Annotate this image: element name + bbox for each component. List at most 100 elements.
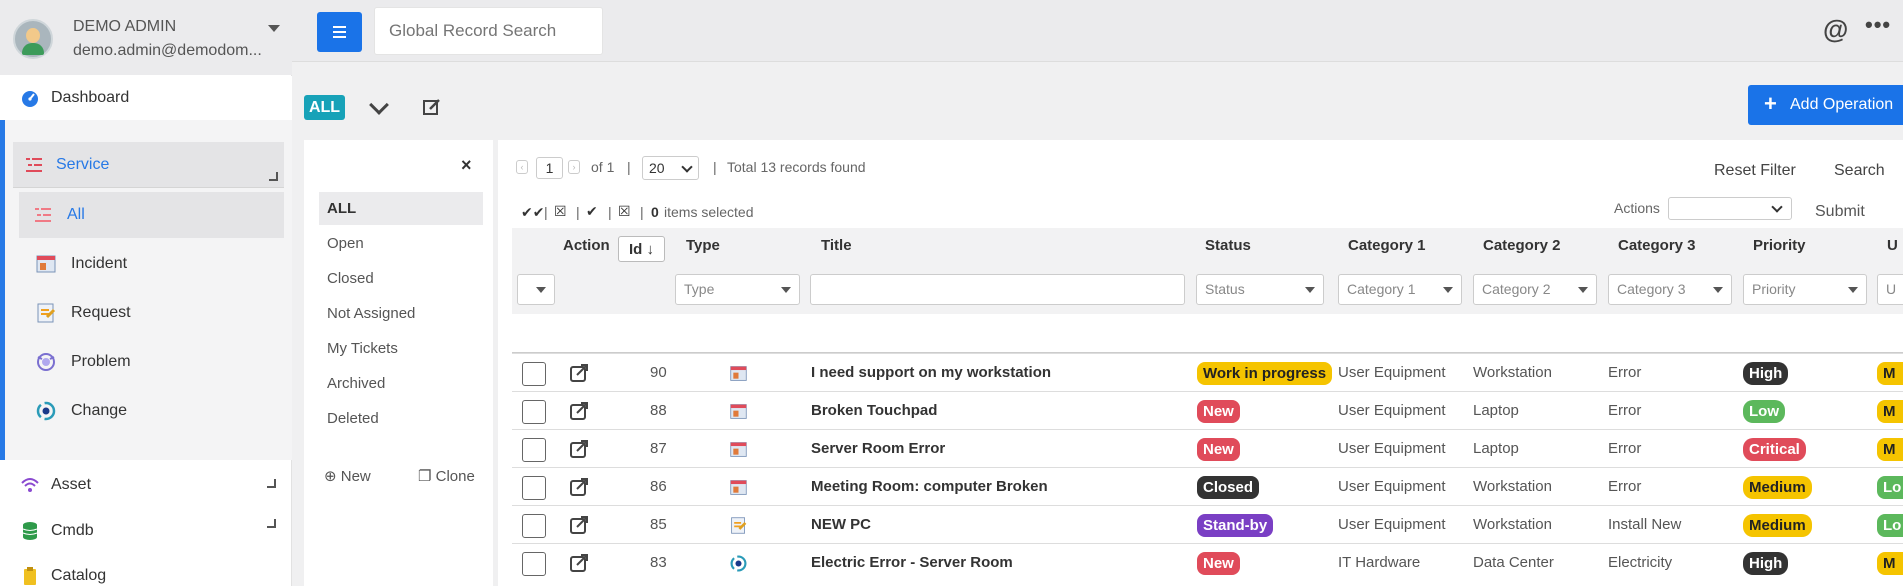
expand-icon[interactable] bbox=[267, 519, 276, 528]
category1-filter-select[interactable]: Category 1 bbox=[1338, 274, 1462, 305]
column-title[interactable]: Title bbox=[821, 237, 852, 254]
row-checkbox[interactable] bbox=[522, 438, 546, 462]
row-title[interactable]: NEW PC bbox=[811, 516, 871, 533]
sidebar: DEMO ADMIN demo.admin@demodom... Dashboa… bbox=[0, 0, 292, 586]
table-row[interactable]: 86 Meeting Room: computer Broken Closed … bbox=[512, 467, 1903, 505]
add-operation-button[interactable]: + Add Operation bbox=[1748, 85, 1903, 125]
incident-icon bbox=[36, 255, 56, 273]
external-link-icon[interactable] bbox=[569, 477, 589, 497]
page-size-select[interactable]: 20 bbox=[642, 156, 699, 180]
row-title[interactable]: Broken Touchpad bbox=[811, 402, 937, 419]
page-input[interactable]: 1 bbox=[536, 157, 563, 179]
total-records: Total 13 records found bbox=[727, 159, 866, 175]
table-row[interactable]: 85 NEW PC Stand-by User Equipment Workst… bbox=[512, 505, 1903, 543]
chevron-down-icon[interactable] bbox=[369, 95, 389, 115]
column-category-1[interactable]: Category 1 bbox=[1348, 237, 1426, 254]
incident-icon bbox=[730, 404, 747, 419]
priority-badge: Medium bbox=[1743, 476, 1812, 499]
new-filter-button[interactable]: ⊕ New bbox=[324, 467, 371, 485]
expand-icon[interactable] bbox=[267, 479, 276, 488]
nav-change[interactable]: Change bbox=[31, 391, 281, 431]
filter-deleted[interactable]: Deleted bbox=[319, 402, 483, 435]
view-all-badge[interactable]: ALL bbox=[304, 95, 345, 120]
row-id: 87 bbox=[650, 440, 667, 457]
column-type[interactable]: Type bbox=[686, 237, 720, 254]
external-link-icon[interactable] bbox=[569, 363, 589, 383]
row-checkbox[interactable] bbox=[522, 362, 546, 386]
nav-incident[interactable]: Incident bbox=[31, 244, 281, 284]
column-id-sort[interactable]: Id ↓ bbox=[618, 236, 665, 262]
table-row[interactable]: 88 Broken Touchpad New User Equipment La… bbox=[512, 391, 1903, 429]
more-icon[interactable]: ••• bbox=[1865, 12, 1891, 38]
next-page-icon[interactable]: › bbox=[568, 160, 580, 174]
column-category-2[interactable]: Category 2 bbox=[1483, 237, 1561, 254]
edit-icon[interactable] bbox=[422, 97, 442, 117]
priority-filter-select[interactable]: Priority bbox=[1743, 274, 1867, 305]
status-badge: Stand-by bbox=[1197, 514, 1274, 537]
check-all-icon[interactable]: ✔✔ bbox=[521, 204, 544, 221]
row-checkbox[interactable] bbox=[522, 552, 546, 576]
filter-not-assigned[interactable]: Not Assigned bbox=[319, 297, 483, 330]
row-checkbox[interactable] bbox=[522, 400, 546, 424]
category3-filter-select[interactable]: Category 3 bbox=[1608, 274, 1732, 305]
column-category-3[interactable]: Category 3 bbox=[1618, 237, 1696, 254]
hamburger-menu-button[interactable] bbox=[317, 12, 362, 52]
mention-icon[interactable]: @ bbox=[1823, 14, 1848, 45]
row-title[interactable]: Meeting Room: computer Broken bbox=[811, 478, 1048, 495]
title-filter-input[interactable] bbox=[810, 274, 1185, 305]
external-link-icon[interactable] bbox=[569, 439, 589, 459]
dashboard-icon bbox=[22, 91, 38, 107]
nav-service-all[interactable]: All bbox=[19, 192, 284, 238]
clone-filter-button[interactable]: ❐ Clone bbox=[418, 467, 475, 485]
row-title[interactable]: I need support on my workstation bbox=[811, 364, 1051, 381]
urgency-filter-select[interactable]: U bbox=[1877, 274, 1903, 305]
row-checkbox[interactable] bbox=[522, 476, 546, 500]
nav-request[interactable]: Request bbox=[31, 293, 281, 333]
nav-service[interactable]: Service bbox=[13, 142, 284, 188]
table-row[interactable]: 83 Electric Error - Server Room New IT H… bbox=[512, 543, 1903, 581]
row-filter-select[interactable] bbox=[517, 274, 555, 305]
status-badge: New bbox=[1197, 400, 1240, 423]
reset-filter-button[interactable]: Reset Filter bbox=[1714, 162, 1796, 180]
filter-archived[interactable]: Archived bbox=[319, 367, 483, 400]
search-button[interactable]: Search bbox=[1834, 162, 1885, 180]
uncheck-box-icon[interactable]: ☒ bbox=[618, 203, 631, 220]
nav-asset[interactable]: Asset bbox=[0, 463, 292, 507]
row-category-2: Data Center bbox=[1473, 554, 1554, 571]
row-title[interactable]: Server Room Error bbox=[811, 440, 945, 457]
type-filter-select[interactable]: Type bbox=[675, 274, 800, 305]
external-link-icon[interactable] bbox=[569, 515, 589, 535]
column-status[interactable]: Status bbox=[1205, 237, 1251, 254]
row-checkbox[interactable] bbox=[522, 514, 546, 538]
submit-button[interactable]: Submit bbox=[1815, 203, 1865, 221]
status-filter-select[interactable]: Status bbox=[1196, 274, 1324, 305]
row-title[interactable]: Electric Error - Server Room bbox=[811, 554, 1013, 571]
nav-catalog[interactable]: Catalog bbox=[0, 554, 292, 586]
external-link-icon[interactable] bbox=[569, 401, 589, 421]
table-row[interactable]: 90 I need support on my workstation Work… bbox=[512, 353, 1903, 391]
nav-dashboard[interactable]: Dashboard bbox=[0, 76, 292, 120]
category2-filter-select[interactable]: Category 2 bbox=[1473, 274, 1597, 305]
column-urgency[interactable]: U bbox=[1887, 237, 1898, 254]
close-icon[interactable]: × bbox=[461, 155, 472, 176]
prev-page-icon[interactable]: ‹ bbox=[516, 160, 528, 174]
nav-cmdb[interactable]: Cmdb bbox=[0, 509, 292, 553]
nav-problem[interactable]: Problem bbox=[31, 342, 281, 382]
actions-select[interactable] bbox=[1668, 197, 1792, 220]
filter-all[interactable]: ALL bbox=[319, 192, 483, 225]
filter-my-tickets[interactable]: My Tickets bbox=[319, 332, 483, 365]
check-icon[interactable]: ✔ bbox=[586, 203, 598, 220]
caret-down-icon[interactable] bbox=[268, 25, 280, 32]
table-row[interactable]: 87 Server Room Error New User Equipment … bbox=[512, 429, 1903, 467]
delete-box-icon[interactable]: ☒ bbox=[554, 203, 567, 220]
filter-open[interactable]: Open bbox=[319, 227, 483, 260]
priority-badge: Low bbox=[1743, 400, 1785, 423]
filter-closed[interactable]: Closed bbox=[319, 262, 483, 295]
external-link-icon[interactable] bbox=[569, 553, 589, 573]
user-menu[interactable]: DEMO ADMIN demo.admin@demodom... bbox=[0, 0, 292, 75]
clipboard-icon bbox=[24, 567, 36, 585]
column-priority[interactable]: Priority bbox=[1753, 237, 1806, 254]
expand-icon[interactable] bbox=[269, 172, 278, 181]
page-size-value: 20 bbox=[649, 160, 665, 176]
global-search-input[interactable] bbox=[374, 7, 603, 55]
